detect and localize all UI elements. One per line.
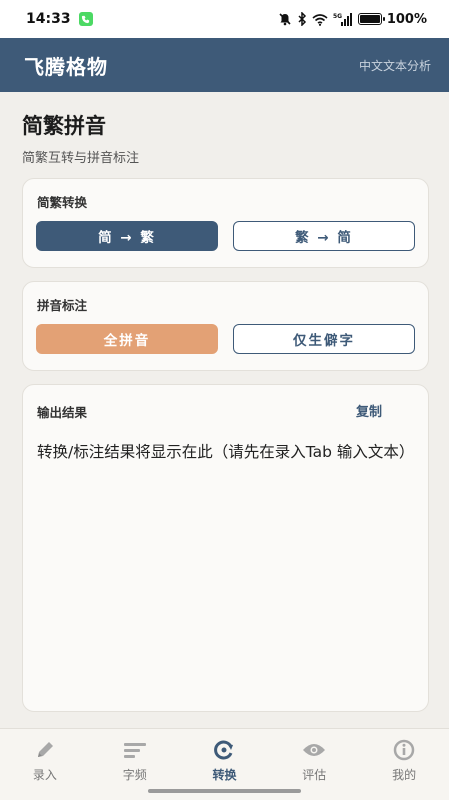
pinyin-card: 拼音标注 全拼音 仅生僻字 bbox=[22, 281, 429, 371]
battery-icon bbox=[357, 13, 385, 25]
bars-icon bbox=[123, 739, 147, 761]
output-card: 输出结果 复制 转换/标注结果将显示在此（请先在录入Tab 输入文本） bbox=[22, 384, 429, 712]
page-description: 简繁互转与拼音标注 bbox=[22, 151, 140, 166]
conversion-card: 简繁转换 简 → 繁 繁 → 简 bbox=[22, 178, 429, 268]
nav-label-frequency: 字频 bbox=[122, 768, 147, 782]
info-icon bbox=[392, 739, 416, 761]
to-simplified-button[interactable]: 繁 → 简 bbox=[233, 221, 415, 251]
pencil-icon bbox=[33, 739, 57, 761]
output-label: 输出结果 bbox=[37, 405, 88, 420]
phone-call-icon bbox=[78, 12, 93, 26]
nav-item-input[interactable]: 录入 bbox=[0, 729, 90, 800]
page-title: 简繁拼音 bbox=[22, 114, 106, 138]
app-header: 飞腾格物 中文文本分析 bbox=[0, 38, 449, 92]
status-left: 14:33 bbox=[26, 11, 93, 27]
nav-item-profile[interactable]: 我的 bbox=[359, 729, 449, 800]
status-right: 5G 100% bbox=[278, 12, 427, 27]
signal-icon: 5G bbox=[333, 12, 353, 26]
copy-button[interactable]: 复制 bbox=[356, 401, 382, 420]
battery-percent: 100% bbox=[386, 11, 427, 27]
nav-label-evaluate: 评估 bbox=[302, 768, 327, 782]
full-pinyin-button[interactable]: 全拼音 bbox=[36, 324, 218, 354]
app-subtitle: 中文文本分析 bbox=[358, 58, 431, 73]
nav-label-input: 录入 bbox=[32, 768, 57, 782]
home-indicator[interactable] bbox=[148, 789, 301, 793]
conversion-label: 简繁转换 bbox=[37, 195, 88, 210]
convert-icon bbox=[212, 739, 236, 761]
rare-char-pinyin-button[interactable]: 仅生僻字 bbox=[233, 324, 415, 354]
eye-icon bbox=[302, 739, 326, 761]
mute-bell-icon bbox=[278, 12, 292, 26]
status-time: 14:33 bbox=[26, 11, 71, 27]
app-title: 飞腾格物 bbox=[24, 54, 108, 79]
nav-label-profile: 我的 bbox=[392, 768, 417, 782]
to-traditional-button[interactable]: 简 → 繁 bbox=[36, 221, 218, 251]
output-text[interactable]: 转换/标注结果将显示在此（请先在录入Tab 输入文本） bbox=[37, 439, 414, 465]
nav-label-convert: 转换 bbox=[212, 768, 237, 782]
network-type: 5G bbox=[333, 13, 342, 20]
wifi-icon bbox=[312, 13, 328, 26]
pinyin-label: 拼音标注 bbox=[37, 298, 88, 313]
status-bar: 14:33 5G 100% bbox=[0, 0, 449, 38]
bluetooth-icon bbox=[297, 12, 307, 26]
